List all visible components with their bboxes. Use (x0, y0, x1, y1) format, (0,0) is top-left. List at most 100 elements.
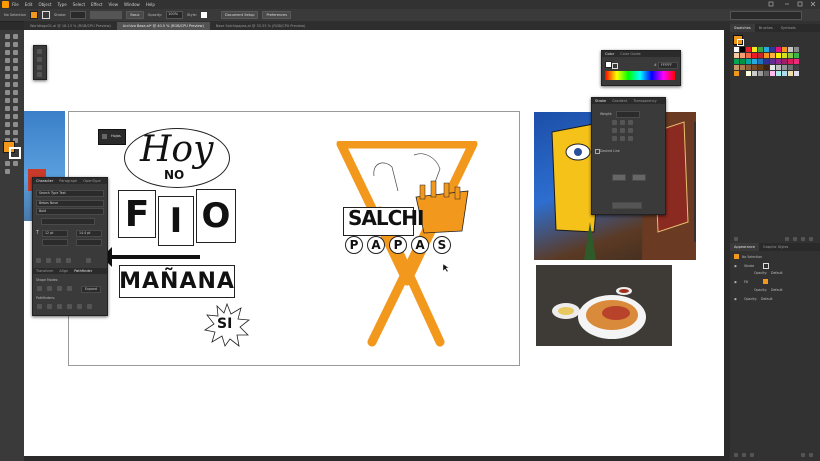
menu-type[interactable]: Type (57, 2, 66, 7)
tab-opentype[interactable]: OpenType (80, 179, 103, 183)
mesh-tool-icon[interactable] (5, 106, 10, 111)
delete-swatch-icon[interactable] (809, 237, 813, 241)
tab-character[interactable]: Character (33, 179, 56, 183)
libraries-icon[interactable] (37, 57, 42, 62)
new-fill-icon[interactable] (742, 453, 746, 457)
visibility-eye-icon[interactable]: ◉ (734, 264, 737, 268)
curvature-tool-icon[interactable] (13, 50, 18, 55)
stroke-row-swatch[interactable] (763, 263, 769, 269)
rectangle-tool-icon[interactable] (5, 66, 10, 71)
font-family-dropdown[interactable]: Bebas Neue (36, 200, 104, 207)
tab-paragraph[interactable]: Paragraph (56, 179, 80, 183)
type-icon[interactable] (86, 258, 91, 263)
tab-appearance[interactable]: Appearance (730, 243, 760, 251)
minus-back-icon[interactable] (87, 304, 92, 309)
expand-button[interactable]: Expand (81, 286, 101, 293)
tab-worldlogo[interactable]: Worldlogo01.ai @ 18.13 % (RGB/CPU Previe… (24, 22, 117, 30)
menu-help[interactable]: Help (146, 2, 155, 7)
tab-align[interactable]: Align (56, 269, 71, 273)
letter-i[interactable]: I (158, 196, 194, 246)
kerning-field[interactable] (42, 239, 68, 246)
eyedropper-tool-icon[interactable] (5, 114, 10, 119)
magic-wand-tool-icon[interactable] (5, 42, 10, 47)
share-icon[interactable] (768, 1, 774, 7)
tab-transform[interactable]: Transform (33, 269, 56, 273)
blend-tool-icon[interactable] (13, 114, 18, 119)
tab-stroke[interactable]: Stroke (592, 99, 609, 103)
intersect-icon[interactable] (57, 286, 62, 291)
type-icon[interactable] (36, 258, 41, 263)
document-setup-button[interactable]: Document Setup (221, 11, 259, 19)
papas-row[interactable]: P A P A S (345, 236, 451, 254)
swatch-grid[interactable] (734, 47, 799, 76)
tab-swatches[interactable]: Swatches (730, 24, 755, 32)
tab-gradient[interactable]: Gradient (609, 99, 630, 103)
type-tool-icon[interactable] (5, 58, 10, 63)
shape-builder-tool-icon[interactable] (5, 98, 10, 103)
align-stroke-icon[interactable] (628, 136, 633, 141)
edit-toolbar-icon[interactable] (5, 169, 10, 174)
layers-icon[interactable] (37, 72, 42, 77)
weight-field[interactable] (616, 111, 640, 118)
properties-icon[interactable] (37, 65, 42, 70)
paintbrush-tool-icon[interactable] (13, 66, 18, 71)
pen-tool-icon[interactable] (5, 50, 10, 55)
selection-tool-icon[interactable] (5, 34, 10, 39)
font-size-field[interactable]: 12 pt (42, 230, 68, 237)
menu-view[interactable]: View (109, 2, 119, 7)
gradient-tool-icon[interactable] (13, 106, 18, 111)
tab-brushes[interactable]: Brushes (755, 26, 777, 30)
fill-opacity-label[interactable]: Opacity: (754, 288, 767, 292)
no-text[interactable]: NO (164, 168, 184, 182)
leading-field[interactable]: 14.4 pt (76, 230, 102, 237)
new-stroke-icon[interactable] (734, 453, 738, 457)
crop-icon[interactable] (67, 304, 72, 309)
arrowhead-end-dropdown[interactable] (632, 174, 646, 181)
stroke-swatch[interactable] (42, 11, 51, 19)
eraser-tool-icon[interactable] (13, 74, 18, 79)
lasso-tool-icon[interactable] (13, 42, 18, 47)
manana-text[interactable]: MAÑANA (119, 265, 235, 298)
menu-object[interactable]: Object (38, 2, 51, 7)
add-effect-icon[interactable] (750, 453, 754, 457)
swatches-stroke-indicator[interactable] (737, 39, 744, 46)
style-swatch[interactable] (201, 12, 208, 18)
symbol-sprayer-tool-icon[interactable] (5, 122, 10, 127)
artboard-icon[interactable] (37, 49, 42, 54)
align-stroke-icon[interactable] (612, 136, 617, 141)
preferences-button[interactable]: Preferences (262, 11, 292, 19)
hex-field[interactable]: FFFFFF (658, 62, 678, 69)
color-spectrum[interactable] (605, 71, 675, 80)
screen-mode-icon[interactable] (13, 161, 18, 166)
stroke-color-swatch[interactable] (9, 147, 21, 159)
salchi-text[interactable]: SALCHI (348, 206, 424, 230)
fill-swatch[interactable] (30, 11, 39, 19)
new-swatch-icon[interactable] (801, 237, 805, 241)
tracking-field[interactable] (76, 239, 102, 246)
rotate-tool-icon[interactable] (5, 82, 10, 87)
arrowhead-start-dropdown[interactable] (612, 174, 626, 181)
swatch-libraries-icon[interactable] (734, 237, 738, 241)
search-field[interactable] (730, 11, 802, 20)
line-tool-icon[interactable] (13, 58, 18, 63)
color-fill-swatch[interactable] (605, 61, 612, 68)
perspective-grid-tool-icon[interactable] (13, 98, 18, 103)
reference-photo-food[interactable] (536, 265, 672, 346)
menu-select[interactable]: Select (73, 2, 85, 7)
cap-icon[interactable] (620, 120, 625, 125)
align-stroke-icon[interactable] (620, 136, 625, 141)
delete-item-icon[interactable] (809, 453, 813, 457)
font-style-dropdown[interactable]: Bold (36, 208, 104, 215)
direct-selection-tool-icon[interactable] (13, 34, 18, 39)
type-icon[interactable] (66, 258, 71, 263)
outline-icon[interactable] (77, 304, 82, 309)
shaper-tool-icon[interactable] (5, 74, 10, 79)
letter-o[interactable]: O (196, 189, 236, 243)
menu-file[interactable]: File (12, 2, 19, 7)
cap-icon[interactable] (628, 120, 633, 125)
minimize-icon[interactable] (784, 1, 790, 7)
font-search-field[interactable]: Search Type Text (36, 190, 104, 197)
cap-icon[interactable] (612, 120, 617, 125)
type-icon[interactable] (56, 258, 61, 263)
corner-icon[interactable] (620, 128, 625, 133)
